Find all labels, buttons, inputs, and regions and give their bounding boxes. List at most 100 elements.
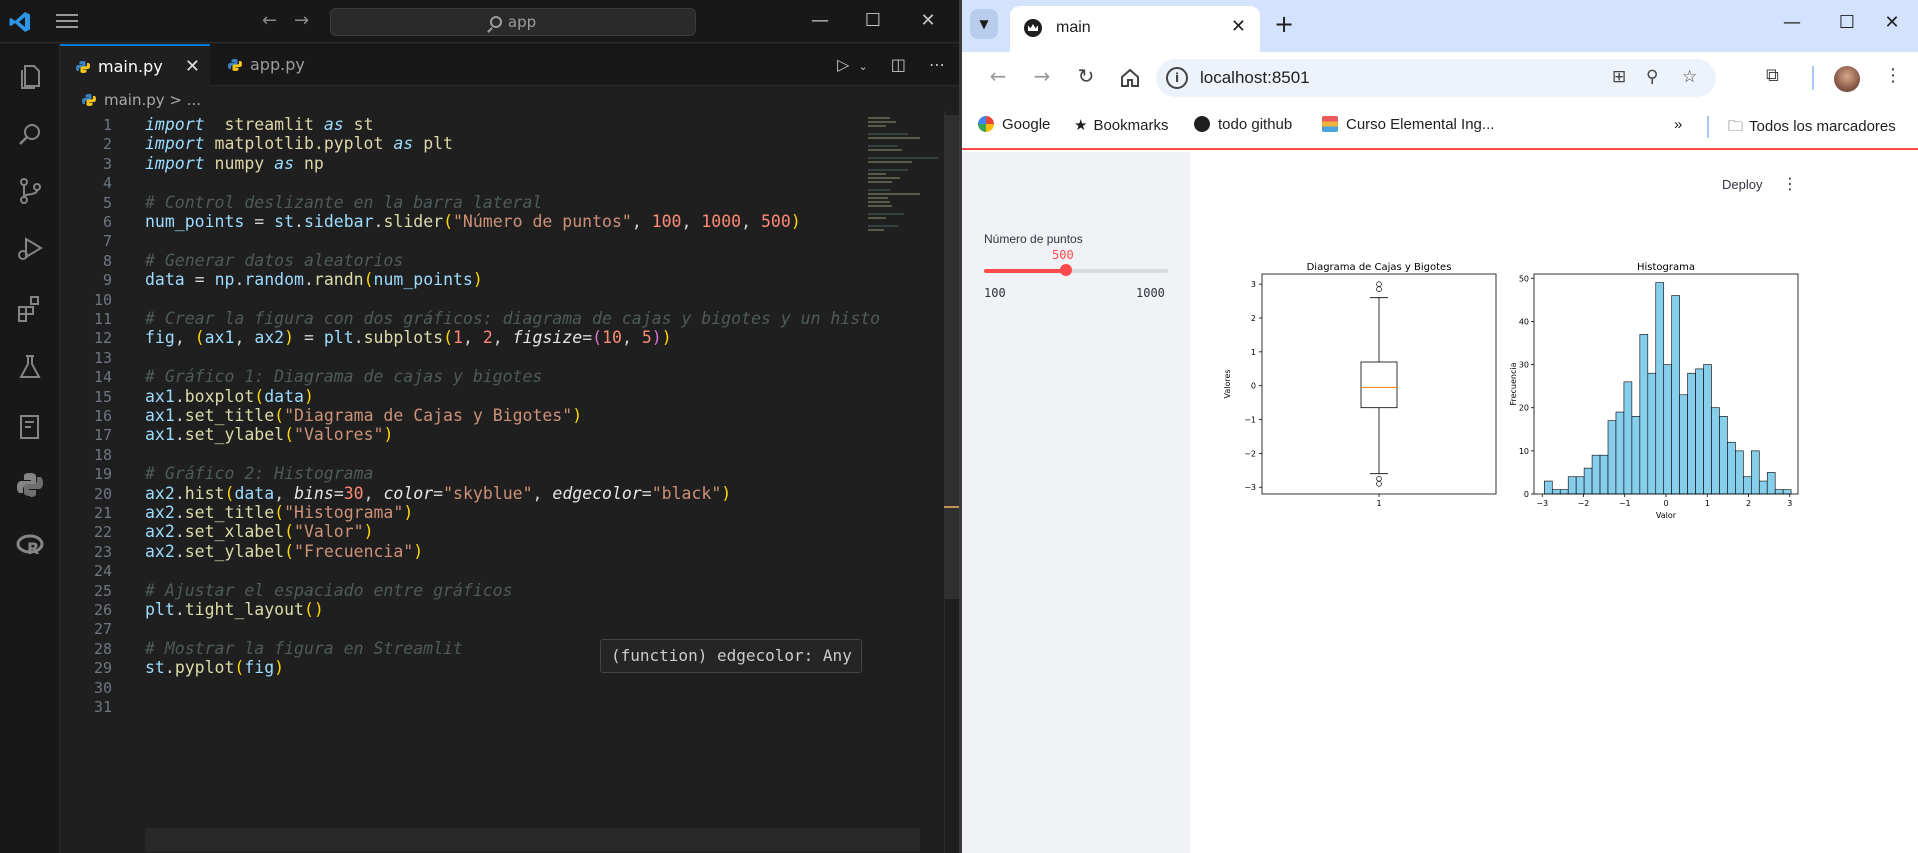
chrome-tab-strip: ▼ main ✕ + — ☐ ✕ [962,0,1918,52]
hamburger-menu-icon[interactable] [56,14,78,28]
code-token: ( [443,212,453,231]
extensions-puzzle-icon[interactable]: ⧉ [1766,65,1779,86]
slider-thumb[interactable] [1059,264,1072,276]
code-token: , [462,328,483,348]
bookmark-bookmarks[interactable]: ★ Bookmarks [1074,116,1168,134]
bookmark-todo-github[interactable]: todo github [1194,116,1292,133]
code-token: 1 [453,328,463,348]
back-arrow-icon[interactable]: ← [984,64,1012,88]
minimap[interactable] [862,111,944,853]
hover-tooltip: (function) edgecolor: Any [600,639,862,673]
code-editor[interactable]: 1 import streamlit as st 2 import matplotli… [60,111,920,853]
site-info-icon[interactable]: i [1166,67,1188,89]
tab-label: main.py [98,57,163,76]
close-tab-icon[interactable]: ✕ [1231,16,1246,37]
hist-bar [1655,282,1665,495]
bookmark-all-folders[interactable]: 🗀 Todos los marcadores [1728,116,1896,141]
minimize-button[interactable]: — [806,8,834,34]
code-token: "Frecuencia" [294,541,414,561]
bookmark-google[interactable]: Google [978,116,1050,133]
code-token: ( [363,270,374,290]
box-ylabel: Valores [1223,369,1232,398]
code-token: ) [413,541,424,561]
hist-bar [1703,364,1712,495]
home-icon[interactable] [1116,68,1144,88]
code-token: plt [145,600,175,619]
code-token: import [145,115,205,134]
code-token: ) [472,270,483,290]
activity-bar: R [0,44,60,853]
command-center-search[interactable]: app [330,8,696,36]
hist-ytick-label: 40 [1519,317,1529,326]
maximize-button[interactable]: ☐ [1832,12,1862,33]
tab-app-py[interactable]: app.py [212,44,332,86]
profile-avatar[interactable] [1834,66,1860,92]
explorer-icon[interactable] [15,60,45,90]
code-token: 10 [602,328,622,348]
search-icon[interactable] [15,120,45,150]
minimize-button[interactable]: — [1777,12,1807,33]
translate-icon[interactable]: ⊞ [1612,67,1626,87]
box-ytick-label: −1 [1244,416,1256,425]
run-python-icon[interactable]: ▷ [837,55,849,74]
chrome-menu-icon[interactable]: ⋮ [1884,65,1902,86]
split-editor-icon[interactable]: ◫ [891,55,906,74]
code-token: st [145,658,165,678]
breadcrumb-file: main.py [104,91,165,109]
address-bar[interactable]: i localhost:8501 ⊞ ⚲ ☆ [1156,59,1716,97]
vscode-window: ← → app — ☐ ✕ R main.py ✕ app.py ▷ ⌄ ◫ ⋯… [0,0,959,853]
run-dropdown-chevron-icon[interactable]: ⌄ [858,60,867,73]
more-actions-icon[interactable]: ⋯ [929,55,945,74]
code-token: , [363,483,384,503]
tab-search-chevron-icon[interactable]: ▼ [970,9,998,39]
r-language-icon[interactable]: R [15,530,45,560]
code-token: set_title [184,406,275,425]
extensions-icon[interactable] [15,294,45,324]
browser-tab-main[interactable]: main ✕ [1010,6,1260,52]
source-control-icon[interactable] [15,176,45,206]
scrollbar-thumb[interactable] [944,115,959,599]
forward-arrow-icon[interactable]: → [294,10,309,31]
code-token: ( [284,425,295,445]
more-bookmarks-chevron-icon[interactable]: » [1674,116,1682,133]
zoom-icon[interactable]: ⚲ [1646,67,1658,87]
maximize-button[interactable]: ☐ [859,8,887,34]
bookmark-curso-elemental[interactable]: Curso Elemental Ing... [1322,116,1494,133]
hist-ytick-label: 0 [1524,490,1529,499]
run-debug-icon[interactable] [15,234,45,264]
main-menu-icon[interactable]: ⋮ [1782,174,1798,193]
code-token: , [631,212,652,231]
hist-bar [1774,489,1784,495]
code-token: num_points [373,270,473,290]
deploy-button[interactable]: Deploy [1722,177,1762,192]
close-window-button[interactable]: ✕ [914,8,942,34]
testing-flask-icon[interactable] [15,352,45,382]
streamlit-favicon-icon [1024,19,1042,37]
code-line[interactable]: 31 [60,695,860,719]
hist-bar [1559,489,1569,495]
close-tab-icon[interactable]: ✕ [185,46,200,88]
code-token: ( [254,386,265,406]
hist-bar [1567,476,1577,495]
back-arrow-icon[interactable]: ← [262,10,277,31]
bookmark-star-icon[interactable]: ☆ [1682,67,1697,87]
python-file-icon [76,61,90,73]
forward-arrow-icon[interactable]: → [1028,64,1056,88]
code-token: ) [363,522,374,542]
code-token: color [383,483,434,503]
breadcrumb[interactable]: main.py > ... [60,89,959,111]
reload-icon[interactable]: ↻ [1072,64,1100,88]
code-token: ( [224,483,235,503]
code-token: ) [403,503,414,522]
slider-max: 1000 [1136,286,1165,300]
code-token: # Crear la figura con dos gráficos: diag… [145,309,881,328]
new-tab-plus-icon[interactable]: + [1274,10,1294,38]
tab-main-py[interactable]: main.py ✕ [60,44,210,86]
notebook-icon[interactable] [15,412,45,442]
code-token: . [353,328,364,348]
hist-bar [1551,489,1561,495]
code-token: bins [294,483,334,503]
python-icon[interactable] [15,470,45,500]
code-token: ) [790,212,801,231]
close-window-button[interactable]: ✕ [1877,12,1907,33]
